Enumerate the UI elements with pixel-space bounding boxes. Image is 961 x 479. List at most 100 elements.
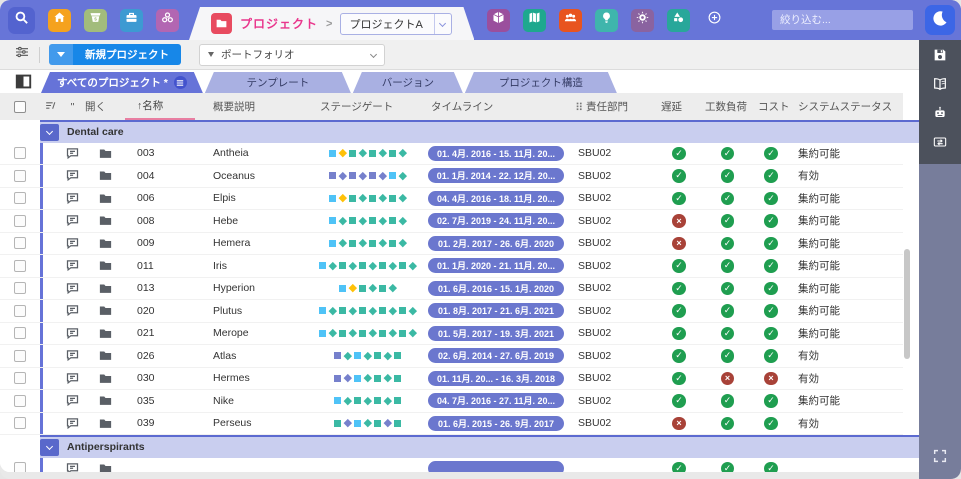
row-checkbox[interactable] [14,147,26,160]
table-row[interactable]: 039 Perseus 01. 6月. 2015 - 26. 9月. 2017 SBU… [0,412,903,435]
open-folder-button[interactable] [98,303,113,318]
header-name[interactable]: ↑名称 [125,93,195,120]
fullscreen-button[interactable] [932,449,949,467]
budget-button[interactable]: $ [84,8,107,32]
assistant-button[interactable] [932,106,949,124]
group-row-surface[interactable]: Antiperspirants [40,435,919,458]
header-cost[interactable]: コスト [752,93,790,120]
open-folder-button[interactable] [98,461,113,472]
header-stage-gate[interactable]: ステージゲート [310,93,425,120]
open-folder-button[interactable] [98,371,113,386]
row-checkbox[interactable] [14,169,26,182]
header-dept[interactable]: 責任部門 [570,93,655,120]
table-row[interactable]: 030 Hermes 01. 11月. 20... - 16. 3月. 2018 SB… [0,367,903,390]
project-select[interactable]: プロジェクトA [340,13,452,35]
header-delay[interactable]: 遅延 [655,93,703,120]
header-description[interactable]: 概要説明 [195,93,310,120]
row-checkbox[interactable] [14,417,26,430]
open-folder-button[interactable] [98,348,113,363]
settings-button[interactable] [631,8,655,32]
header-timeline[interactable]: タイムライン [425,93,570,120]
comment-icon[interactable] [65,168,80,183]
roadmap-button[interactable] [523,8,547,32]
row-checkbox[interactable] [14,237,26,250]
row-checkbox[interactable] [14,282,26,295]
open-folder-button[interactable] [98,236,113,251]
header-comment[interactable]: " [60,93,85,120]
ideas-button[interactable] [595,8,619,32]
table-row[interactable]: 011 Iris 01. 1月. 2020 - 21. 11月. 20... SBU0… [0,255,903,278]
open-folder-button[interactable] [98,258,113,273]
table-row[interactable]: ✓ ✓ ✓ [0,457,903,472]
table-row[interactable]: 026 Atlas 02. 6月. 2014 - 27. 6月. 2019 SBU02… [0,345,903,368]
table-row[interactable]: 013 Hyperion 01. 6月. 2016 - 15. 1月. 2020 SB… [0,277,903,300]
comment-icon[interactable] [65,371,80,386]
products-button[interactable] [487,8,511,32]
comment-icon[interactable] [65,281,80,296]
comment-icon[interactable] [65,348,80,363]
add-button[interactable] [703,9,726,32]
open-folder-button[interactable] [98,416,113,431]
vertical-scrollbar[interactable] [904,249,910,359]
open-folder-button[interactable] [98,191,113,206]
portfolio-combobox[interactable]: ポートフォリオ [199,43,385,66]
comment-icon[interactable] [65,236,80,251]
home-button[interactable] [48,8,71,32]
tab-templates[interactable]: テンプレート [205,72,351,93]
hierarchy-sort-button[interactable] [44,93,60,120]
new-project-dropdown[interactable] [49,44,73,65]
open-folder-button[interactable] [98,326,113,341]
components-button[interactable] [667,8,691,32]
collapse-group-button[interactable] [40,438,59,456]
breadcrumb-section[interactable]: プロジェクト [240,15,318,32]
table-row[interactable]: 009 Hemera 01. 2月. 2017 - 26. 6月. 2020 SBU0… [0,232,903,255]
comment-icon[interactable] [65,326,80,341]
table-row[interactable]: 006 Elpis 04. 4月. 2016 - 18. 11月. 20... SBU… [0,187,903,210]
comment-icon[interactable] [65,303,80,318]
row-checkbox[interactable] [14,304,26,317]
row-checkbox[interactable] [14,259,26,272]
tab-versions[interactable]: バージョン [353,72,463,93]
row-checkbox[interactable] [14,214,26,227]
table-row[interactable]: 008 Hebe 02. 7月. 2019 - 24. 11月. 20... SBU0… [0,210,903,233]
select-all-checkbox[interactable] [14,100,26,113]
search-button[interactable] [8,6,35,34]
row-checkbox[interactable] [14,394,26,407]
table-row[interactable]: 020 Plutus 01. 8月. 2017 - 21. 6月. 2021 SBU0… [0,300,903,323]
row-checkbox[interactable] [14,192,26,205]
filter-input[interactable] [772,10,913,30]
comment-icon[interactable] [65,146,80,161]
tab-menu-button[interactable] [174,76,187,89]
row-checkbox[interactable] [14,372,26,385]
row-checkbox[interactable] [14,327,26,340]
save-button[interactable] [932,49,949,66]
portfolio-button[interactable] [120,8,143,32]
open-folder-button[interactable] [98,146,113,161]
open-folder-button[interactable] [98,393,113,408]
comment-icon[interactable] [65,258,80,273]
comment-icon[interactable] [65,393,80,408]
comment-icon[interactable] [65,416,80,431]
resources-button[interactable] [559,8,583,32]
tab-all-projects[interactable]: すべてのプロジェクト * [41,72,203,93]
header-load[interactable]: 工数負荷 [703,93,752,120]
open-folder-button[interactable] [98,281,113,296]
table-row[interactable]: 003 Antheia 01. 4月. 2016 - 15. 11月. 20... S… [0,142,903,165]
org-button[interactable] [156,8,179,32]
tab-project-structure[interactable]: プロジェクト構造 [465,72,617,93]
open-folder-button[interactable] [98,213,113,228]
view-settings-button[interactable] [12,45,32,65]
row-checkbox[interactable] [14,349,26,362]
collapse-group-button[interactable] [40,123,59,141]
card-switch-button[interactable] [932,136,949,153]
row-checkbox[interactable] [14,462,26,472]
header-system-status[interactable]: システムステータス [790,93,903,120]
manual-button[interactable] [932,78,949,95]
table-row[interactable]: 021 Merope 01. 5月. 2017 - 19. 3月. 2021 SBU0… [0,322,903,345]
comment-icon[interactable] [65,191,80,206]
comment-icon[interactable] [65,461,80,472]
app-logo-button[interactable] [925,5,955,35]
new-project-button[interactable]: 新規プロジェクト [49,44,181,65]
table-row[interactable]: 004 Oceanus 01. 1月. 2014 - 22. 12月. 20... S… [0,165,903,188]
panel-toggle-button[interactable] [14,72,33,91]
